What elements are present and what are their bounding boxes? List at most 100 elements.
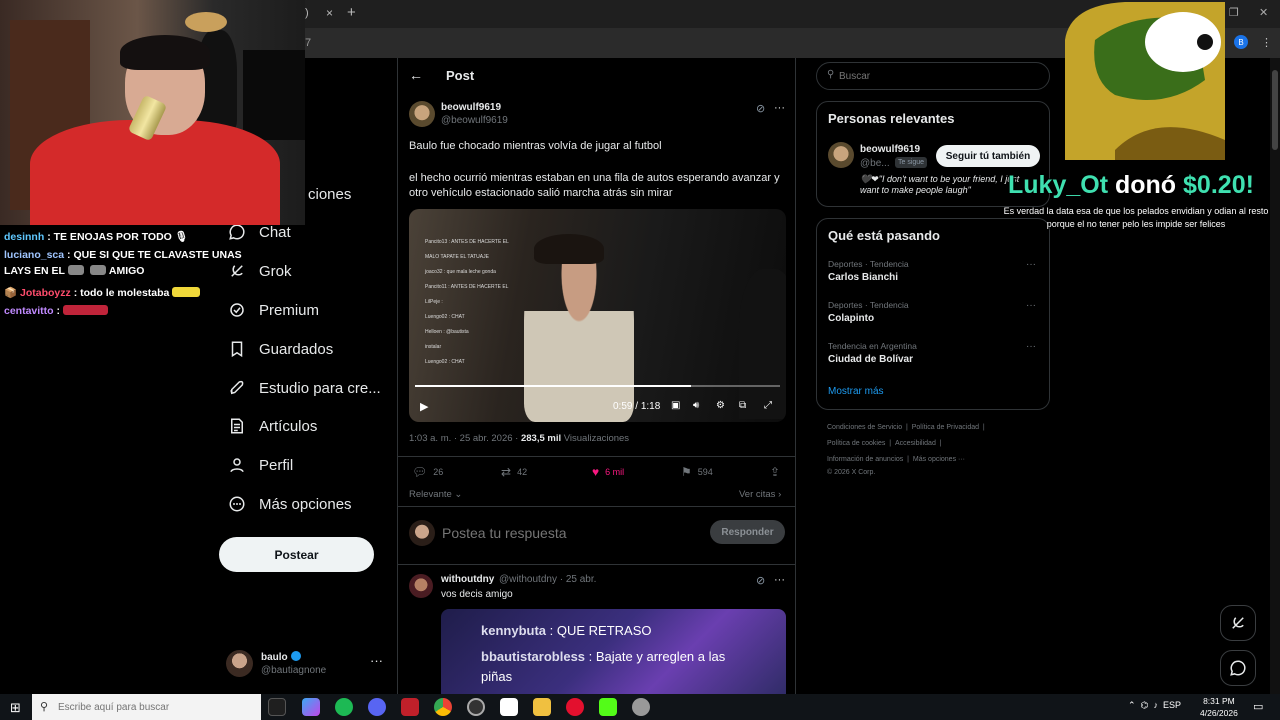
like-button[interactable]: ♥ 6 mil	[592, 465, 624, 479]
obs-icon[interactable]	[467, 698, 485, 716]
repost-button[interactable]: ⇄ 42	[501, 465, 527, 479]
bookmark-count: 594	[697, 467, 713, 477]
footer-link[interactable]: Información de anuncios	[827, 456, 903, 463]
avatar[interactable]	[409, 574, 433, 598]
trend-item[interactable]: Deportes · Tendencia Colapinto	[828, 300, 909, 324]
taskbar-clock[interactable]: 8:31 PM 4/26/2026	[1200, 695, 1238, 719]
avatar[interactable]	[409, 101, 435, 127]
fullscreen-icon[interactable]: ⤢	[764, 400, 772, 411]
grok-explain-icon[interactable]: ⊘	[756, 102, 765, 115]
back-arrow-icon[interactable]: ←	[409, 67, 423, 83]
volume-icon[interactable]: ♪	[1153, 700, 1158, 710]
trend-more-icon[interactable]: ···	[1026, 259, 1036, 270]
nav-item-profile[interactable]: Perfil	[228, 453, 293, 477]
nav-item-articles[interactable]: Artículos	[228, 414, 317, 438]
discord-icon[interactable]	[368, 698, 386, 716]
nav-item-bookmarks[interactable]: Guardados	[228, 337, 333, 361]
post-button[interactable]: Postear	[219, 537, 374, 572]
grok-explain-icon[interactable]: ⊘	[756, 574, 765, 587]
quotes-label: Ver citas	[739, 489, 776, 500]
trend-more-icon[interactable]: ···	[1026, 300, 1036, 311]
copilot-icon[interactable]	[302, 698, 320, 716]
search-box[interactable]: ⚲	[816, 62, 1050, 90]
new-tab-button[interactable]: +	[347, 4, 356, 21]
account-more-icon[interactable]: ···	[370, 653, 383, 668]
picture-in-picture-icon[interactable]: ⧉	[739, 400, 746, 411]
account-switcher[interactable]: baulo @bautiagnone ···	[226, 648, 386, 680]
close-window-icon[interactable]: ✕	[1259, 6, 1268, 19]
view-quotes-link[interactable]: Ver citas ›	[739, 489, 781, 500]
footer-link[interactable]: Condiciones de Servicio	[827, 424, 902, 431]
opera-icon[interactable]	[566, 698, 584, 716]
taskbar-search-input[interactable]	[58, 699, 228, 715]
follow-back-button[interactable]: Seguir tú también	[936, 145, 1040, 167]
video-app-icon[interactable]	[401, 698, 419, 716]
reply-input[interactable]	[442, 525, 692, 541]
trend-item[interactable]: Deportes · Tendencia Carlos Bianchi	[828, 259, 909, 283]
network-icon[interactable]: ⌬	[1141, 700, 1149, 710]
nav-item-creator-studio[interactable]: Estudio para cre...	[228, 376, 381, 400]
video-player[interactable]: Pancito13 : ANTES DE HACERTE EL MALO TAPA…	[409, 209, 786, 422]
scrollbar-thumb[interactable]	[1272, 70, 1278, 150]
webcam-streamer-hoodie	[30, 120, 280, 225]
file-explorer-icon[interactable]	[533, 698, 551, 716]
author-name[interactable]: beowulf9619	[441, 102, 501, 113]
footer-link[interactable]: Más opciones ···	[913, 456, 965, 463]
capcut-icon[interactable]	[500, 698, 518, 716]
settings-icon[interactable]: ⚙	[716, 400, 725, 411]
tab-close-button[interactable]: ×	[326, 6, 333, 20]
chat-text: : TE ENOJAS POR TODO	[47, 231, 172, 243]
search-input[interactable]	[839, 67, 1039, 85]
reply-button[interactable]: 💬︎ 26	[412, 465, 443, 479]
footer-links-row: Información de anuncios | Más opciones ·…	[827, 456, 966, 463]
trend-item[interactable]: Tendencia en Argentina Ciudad de Bolívar	[828, 341, 917, 365]
reply-submit-button[interactable]: Responder	[710, 520, 785, 544]
repost-icon: ⇄	[501, 465, 512, 479]
author-handle[interactable]: @beowulf9619	[441, 115, 508, 126]
restore-window-icon[interactable]: ❐	[1229, 6, 1239, 19]
chrome-icon[interactable]	[434, 698, 452, 716]
comment-author-name[interactable]: withoutdny	[441, 574, 494, 585]
taskbar-search[interactable]: ⚲	[32, 694, 261, 720]
chat-text: :	[56, 305, 61, 317]
trend-more-icon[interactable]: ···	[1026, 341, 1036, 352]
task-view-icon[interactable]	[268, 698, 286, 716]
sort-replies-dropdown[interactable]: Relevante ⌄	[409, 489, 462, 500]
footer-link[interactable]: Política de cookies	[827, 440, 885, 447]
language-indicator[interactable]: ESP	[1163, 700, 1181, 710]
show-more-link[interactable]: Mostrar más	[828, 386, 884, 397]
play-icon[interactable]: ▶	[420, 400, 428, 413]
bookmark-icon	[231, 341, 243, 358]
bookmark-button[interactable]: ⚑ 594	[681, 465, 713, 479]
relevant-name[interactable]: beowulf9619	[860, 144, 920, 155]
volume-icon[interactable]: 🔊︎	[693, 400, 699, 411]
app-icon[interactable]	[632, 698, 650, 716]
nav-item-more-options[interactable]: Más opciones	[228, 492, 352, 516]
browser-menu-icon[interactable]: ⋮	[1261, 36, 1272, 49]
windows-start-icon[interactable]: ⊞	[10, 700, 21, 716]
page-scrollbar[interactable]	[1270, 58, 1280, 694]
notification-icon[interactable]: ▭	[1253, 700, 1263, 713]
post-timestamp[interactable]: 1:03 a. m. · 25 abr. 2026 ·	[409, 433, 518, 444]
share-button[interactable]: ⇪	[770, 465, 786, 479]
comment-more-icon[interactable]: ···	[774, 574, 785, 586]
nav-item-grok[interactable]: Grok	[228, 259, 292, 283]
nav-item-premium[interactable]: Premium	[228, 298, 319, 322]
relevant-handle[interactable]: @be...	[860, 158, 890, 169]
messages-fab-button[interactable]	[1220, 650, 1256, 686]
comment-media[interactable]: kennybuta : QUE RETRASO bbautistarobless…	[441, 609, 786, 694]
tab-title-fragment[interactable]: )	[305, 7, 309, 19]
footer-link[interactable]: Accesibilidad	[895, 440, 936, 447]
profile-avatar-icon[interactable]: B	[1234, 35, 1248, 49]
spotify-icon[interactable]	[335, 698, 353, 716]
grok-fab-button[interactable]	[1220, 605, 1256, 641]
kick-icon[interactable]	[599, 698, 617, 716]
url-fragment[interactable]: 7	[305, 37, 311, 49]
comment-author-handle[interactable]: @withoutdny · 25 abr.	[499, 574, 596, 585]
video-progress-bar[interactable]	[415, 385, 780, 387]
avatar[interactable]	[828, 142, 854, 168]
chevron-up-icon[interactable]: ⌃	[1128, 700, 1136, 710]
post-more-icon[interactable]: ···	[774, 102, 785, 114]
captions-icon[interactable]: ▣	[671, 400, 680, 411]
footer-link[interactable]: Política de Privacidad	[912, 424, 979, 431]
